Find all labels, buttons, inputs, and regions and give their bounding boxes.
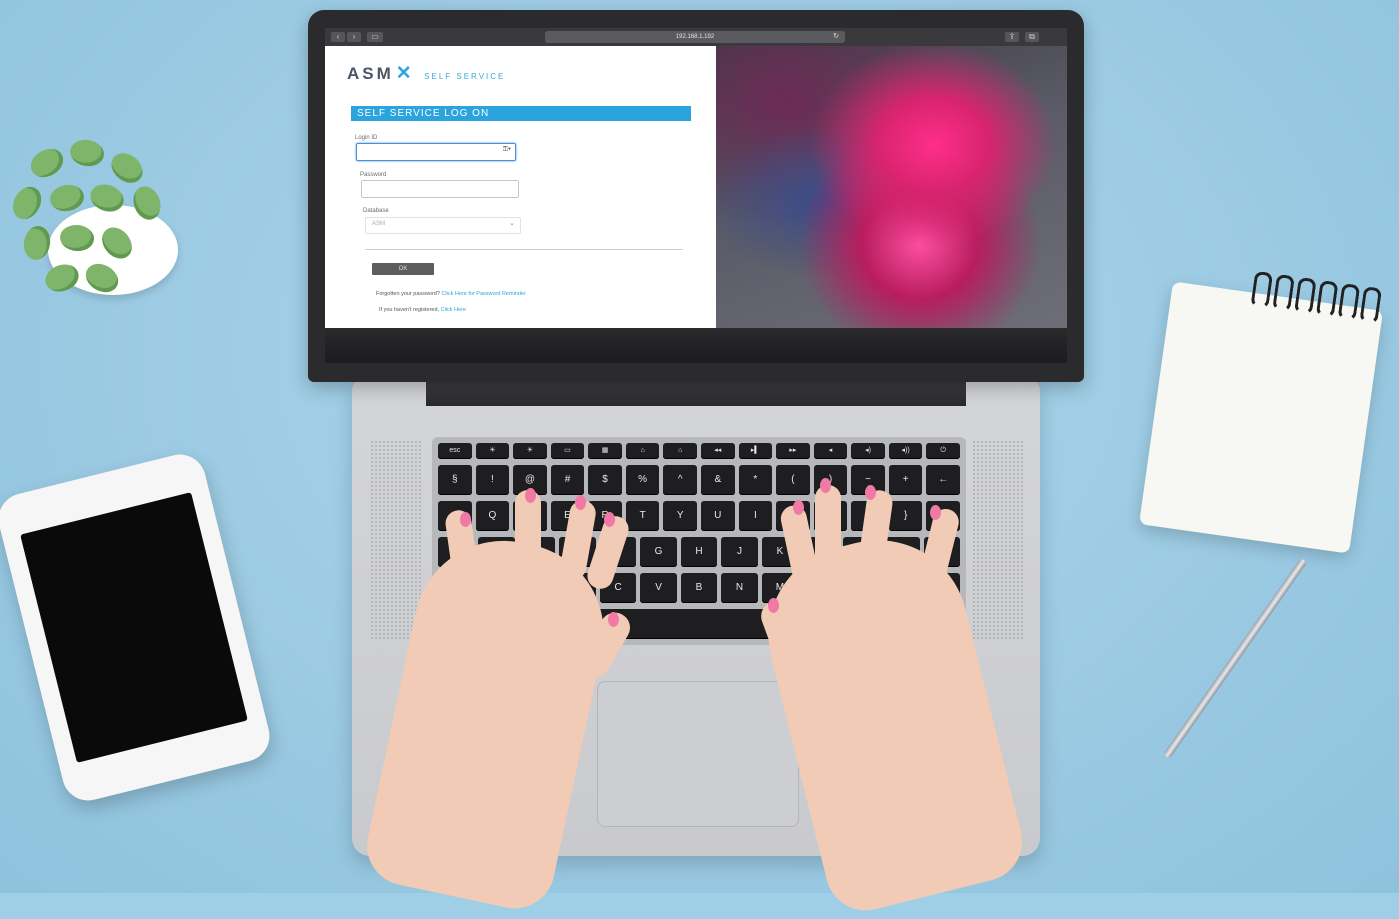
share-icon[interactable]: ⇪ xyxy=(1005,32,1019,42)
key[interactable]: § xyxy=(438,465,472,495)
login-id-label: Login ID xyxy=(355,135,378,141)
key[interactable]: esc xyxy=(438,443,472,459)
hero-image-ink-cloud xyxy=(716,46,1067,328)
divider xyxy=(365,249,683,250)
key[interactable]: ▭ xyxy=(550,443,585,459)
key[interactable]: ← xyxy=(926,465,960,495)
url-text: 192.168.1.192 xyxy=(675,34,715,40)
password-reminder-link[interactable]: Click Here for Password Reminder xyxy=(441,291,525,297)
key[interactable]: Q xyxy=(475,501,510,531)
key[interactable]: V xyxy=(640,573,677,603)
trackpad[interactable] xyxy=(597,681,799,827)
key[interactable]: ⏻ xyxy=(926,443,960,459)
key[interactable]: I xyxy=(738,501,773,531)
key[interactable]: * xyxy=(738,465,773,495)
key[interactable]: ! xyxy=(475,465,510,495)
reload-icon[interactable]: ↻ xyxy=(833,31,839,43)
key[interactable]: U xyxy=(701,501,735,531)
forward-button[interactable]: › xyxy=(347,32,361,42)
key[interactable]: T xyxy=(625,501,660,531)
login-id-input[interactable]: ⚿▾ xyxy=(356,143,516,161)
key[interactable]: ⌂ xyxy=(663,443,697,459)
key[interactable]: G xyxy=(640,537,677,567)
key[interactable]: % xyxy=(625,465,660,495)
browser-toolbar: ‹ › ▭ 192.168.1.192 ↻ ⇪ ⧉ xyxy=(325,28,1067,46)
speaker-grille-left xyxy=(370,440,422,640)
key[interactable]: ( xyxy=(776,465,810,495)
tabs-icon[interactable]: ⧉ xyxy=(1025,32,1039,42)
key[interactable]: H xyxy=(680,537,718,567)
key[interactable]: ◂ xyxy=(813,443,848,459)
key[interactable]: + xyxy=(888,465,923,495)
database-label: Database xyxy=(363,208,389,214)
laptop-screen: ‹ › ▭ 192.168.1.192 ↻ ⇪ ⧉ ASM ✕ SELF SERV… xyxy=(325,28,1067,363)
ok-button[interactable]: OK xyxy=(372,263,434,275)
key[interactable]: ☀ xyxy=(513,443,547,459)
password-input[interactable] xyxy=(361,180,519,198)
key[interactable]: ▸▸ xyxy=(776,443,810,459)
register-link[interactable]: Click Here xyxy=(441,307,466,313)
logo-x-icon: ✕ xyxy=(395,63,412,84)
key[interactable]: B xyxy=(680,573,718,603)
key[interactable]: # xyxy=(550,465,585,495)
key[interactable]: ☀ xyxy=(475,443,510,459)
key[interactable]: ▦ xyxy=(588,443,622,459)
screen-bezel xyxy=(325,328,1067,363)
spiral-notepad xyxy=(1138,270,1384,554)
key[interactable]: ⌂ xyxy=(625,443,660,459)
database-select[interactable]: ASM ⌄ xyxy=(365,217,521,234)
key[interactable]: } xyxy=(888,501,923,531)
key[interactable]: & xyxy=(701,465,735,495)
speaker-grille-right xyxy=(972,440,1024,640)
sidebar-icon[interactable]: ▭ xyxy=(367,32,383,42)
phone-screen xyxy=(20,492,248,763)
register-line: If you haven't registered, Click Here xyxy=(379,307,466,313)
address-bar[interactable]: 192.168.1.192 ↻ xyxy=(545,31,845,43)
key[interactable]: $ xyxy=(588,465,622,495)
forgot-password-line: Forgotten your password? Click Here for … xyxy=(376,291,526,297)
back-button[interactable]: ‹ xyxy=(331,32,345,42)
succulent-plant xyxy=(0,130,200,320)
key[interactable]: N xyxy=(721,573,758,603)
key[interactable]: ▸▍ xyxy=(738,443,773,459)
key-icon: ⚿▾ xyxy=(502,146,511,153)
chevron-down-icon: ⌄ xyxy=(509,220,515,227)
key[interactable]: ◂) xyxy=(851,443,885,459)
password-label: Password xyxy=(360,172,387,178)
key[interactable]: Y xyxy=(663,501,697,531)
key[interactable]: ◂)) xyxy=(888,443,923,459)
asm-logo: ASM ✕ SELF SERVICE xyxy=(347,63,506,84)
login-panel: ASM ✕ SELF SERVICE SELF SERVICE LOG ON Lo… xyxy=(325,46,716,328)
page-title: SELF SERVICE LOG ON xyxy=(351,106,691,121)
key[interactable]: J xyxy=(721,537,758,567)
key[interactable]: ^ xyxy=(663,465,697,495)
key[interactable]: ◂◂ xyxy=(701,443,735,459)
